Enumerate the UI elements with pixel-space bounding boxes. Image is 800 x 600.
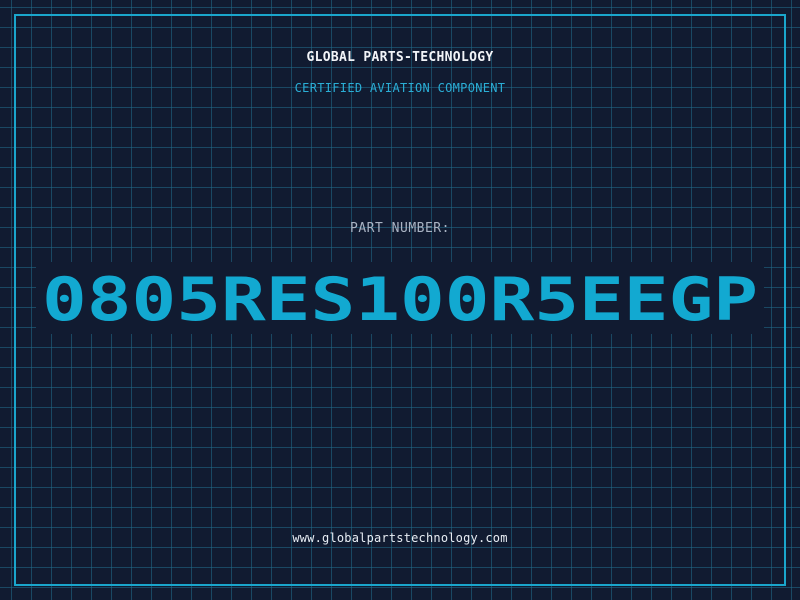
website-link[interactable]: www.globalpartstechnology.com (0, 531, 800, 545)
part-number-value: 0805RES100R5EEGP (42, 265, 758, 334)
certification-tagline: CERTIFIED AVIATION COMPONENT (294, 81, 506, 95)
part-number-display: 0805RES100R5EEGP (42, 265, 758, 334)
part-number-label: PART NUMBER: (350, 221, 450, 236)
company-name: GLOBAL PARTS-TECHNOLOGY (306, 50, 494, 65)
